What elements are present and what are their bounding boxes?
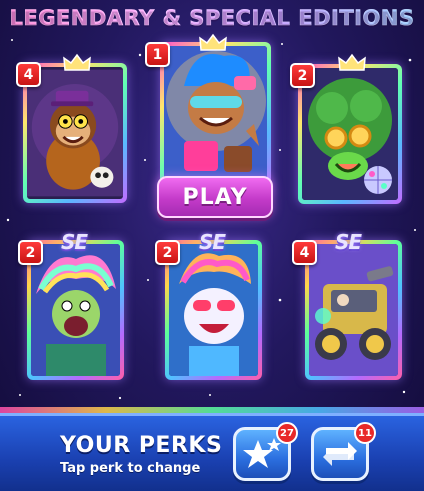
- special-edition-tag: SE: [198, 230, 226, 254]
- perk-count-badge: 27: [276, 422, 298, 444]
- rainbow-hair-scream-portrait: [31, 244, 120, 376]
- play-button[interactable]: PLAY: [157, 176, 273, 218]
- special-edition-tag: SE: [334, 230, 362, 254]
- level-badge: 4: [292, 240, 317, 265]
- perk-stars-button[interactable]: 27: [233, 422, 298, 481]
- monkey-wizard-portrait: [27, 69, 123, 197]
- page-title: LEGENDARY & SPECIAL EDITIONS: [0, 6, 424, 31]
- blue-hair-hero-portrait: [164, 46, 267, 193]
- afro-disco-portrait: [302, 68, 398, 200]
- stars-icon: [243, 438, 281, 468]
- crown-icon: [338, 53, 366, 71]
- special-edition-tag: SE: [60, 230, 88, 254]
- perk-count-badge: 11: [354, 422, 376, 444]
- perks-title: YOUR PERKS: [60, 433, 223, 458]
- level-badge: 1: [145, 42, 170, 67]
- level-badge: 2: [290, 63, 315, 88]
- level-badge: 4: [16, 62, 41, 87]
- gold-tank-portrait: [309, 244, 398, 376]
- rainbow-cat-portrait: [169, 244, 258, 376]
- level-badge: 2: [155, 240, 180, 265]
- character-card-6[interactable]: [305, 240, 402, 380]
- perk-swap-button[interactable]: 11: [311, 422, 376, 481]
- crown-icon: [199, 33, 227, 51]
- character-card-2[interactable]: [160, 42, 271, 197]
- swap-arrows-icon: [323, 442, 357, 466]
- level-badge: 2: [18, 240, 43, 265]
- crown-icon: [63, 53, 91, 71]
- perks-subtitle: Tap perk to change: [60, 461, 201, 476]
